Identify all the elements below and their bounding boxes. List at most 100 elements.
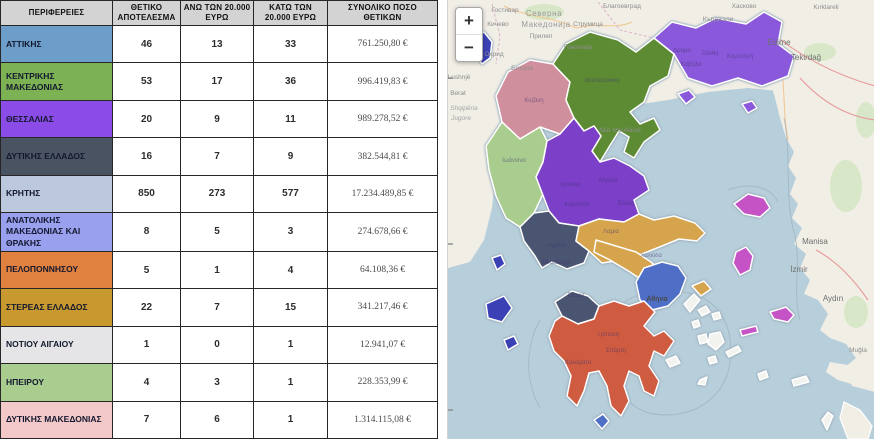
map-label: Kırklareli (813, 4, 838, 11)
greece-map[interactable]: СевернаМакедонијаГостиварКичевоПрилепОхр… (448, 0, 874, 439)
total-amount-cell: 761.250,80 € (328, 26, 438, 63)
region-name-cell[interactable]: ΚΕΝΤΡΙΚΗΣ ΜΑΚΕΔΟΝΙΑΣ (1, 63, 113, 100)
map-region-notiou-aigaiou[interactable] (666, 356, 680, 367)
map-panel: + − (447, 0, 874, 439)
map-label: Τρίπολη (597, 332, 619, 338)
region-name-cell[interactable]: ΔΥΤΙΚΗΣ ΕΛΛΑΔΟΣ (1, 138, 113, 175)
map-label: Битола (511, 65, 533, 72)
map-region-voreiou-aigaiou[interactable] (734, 194, 770, 217)
regions-table-panel: ΠΕΡΙΦΕΡΕΙΕΣ ΘΕΤΙΚΟ ΑΠΟΤΕΛΕΣΜΑ ΑΝΩ ΤΩΝ 20… (0, 0, 447, 439)
below-20k-cell: 11 (254, 100, 328, 137)
zoom-in-button[interactable]: + (456, 8, 482, 34)
table-row: ΑΤΤΙΚΗΣ 46 13 33 761.250,80 € (1, 26, 438, 63)
above-20k-cell: 0 (181, 326, 254, 363)
below-20k-cell: 15 (254, 289, 328, 326)
positive-count-cell: 1 (113, 326, 181, 363)
table-row: ΣΤΕΡΕΑΣ ΕΛΛΑΔΟΣ 22 7 15 341.217,46 € (1, 289, 438, 326)
below-20k-cell: 577 (254, 175, 328, 212)
map-label: Μεσολόγγι (542, 259, 571, 266)
region-name-cell[interactable]: ΑΝΑΤΟΛΙΚΗΣ ΜΑΚΕΔΟΝΙΑΣ ΚΑΙ ΘΡΑΚΗΣ (1, 213, 113, 252)
zoom-out-button[interactable]: − (456, 34, 482, 61)
below-20k-cell: 4 (254, 251, 328, 288)
map-label: Manisa (802, 237, 828, 246)
below-20k-cell: 36 (254, 63, 328, 100)
map-label: Ιωάννινα (502, 157, 526, 164)
region-name-cell[interactable]: ΚΡΗΤΗΣ (1, 175, 113, 212)
table-header-row: ΠΕΡΙΦΕΡΕΙΕΣ ΘΕΤΙΚΟ ΑΠΟΤΕΛΕΣΜΑ ΑΝΩ ΤΩΝ 20… (1, 1, 438, 26)
table-body: ΑΤΤΙΚΗΣ 46 13 33 761.250,80 € ΚΕΝΤΡΙΚΗΣ … (1, 26, 438, 439)
map-region-notiou-aigaiou[interactable] (726, 346, 741, 357)
map-label: Охрид (484, 51, 503, 58)
map-label: Berat (450, 90, 466, 97)
table-row: ΗΠΕΙΡΟΥ 4 3 1 228.353,99 € (1, 364, 438, 401)
map-region-ionion-nison[interactable] (504, 336, 518, 350)
map-label: Σπάρτη (606, 347, 626, 354)
above-20k-cell: 7 (181, 138, 254, 175)
positive-count-cell: 16 (113, 138, 181, 175)
table-row: ΘΕΣΣΑΛΙΑΣ 20 9 11 989.278,52 € (1, 100, 438, 137)
map-region-notiou-aigaiou[interactable] (692, 320, 700, 328)
map-island-rhodes (840, 402, 872, 439)
region-name-cell[interactable]: ΠΕΛΟΠΟΝΝΗΣΟΥ (1, 251, 113, 288)
map-region-notiou-aigaiou[interactable] (822, 412, 833, 430)
map-region-attikis[interactable] (594, 414, 609, 429)
map-region-stereas-elladas[interactable] (692, 281, 711, 296)
region-name-cell[interactable]: ΘΕΣΣΑΛΙΑΣ (1, 100, 113, 137)
map-region-notiou-aigaiou[interactable] (708, 332, 724, 350)
map-label: Αγρίνιο (547, 243, 567, 249)
map-region-voreiou-aigaiou[interactable] (740, 326, 758, 336)
above-20k-cell: 5 (181, 213, 254, 252)
positive-count-cell: 5 (113, 251, 181, 288)
map-region-notiou-aigaiou[interactable] (758, 371, 768, 380)
map-region-notiou-aigaiou[interactable] (712, 312, 721, 320)
dashboard: ΠΕΡΙΦΕΡΕΙΕΣ ΘΕΤΙΚΟ ΑΠΟΤΕΛΕΣΜΑ ΑΝΩ ΤΩΝ 20… (0, 0, 874, 439)
map-label: Гевгелија (564, 44, 593, 51)
region-name-cell[interactable]: ΑΤΤΙΚΗΣ (1, 26, 113, 63)
map-label: Muğla (849, 347, 867, 354)
map-label: Jugore (450, 115, 471, 122)
map-region-ionion-nison[interactable] (486, 296, 512, 322)
map-region-notiou-aigaiou[interactable] (698, 306, 710, 316)
map-label: Καλαμάτα (565, 359, 592, 366)
col-header-regions: ΠΕΡΙΦΕΡΕΙΕΣ (1, 1, 113, 26)
region-name-cell[interactable]: ΗΠΕΙΡΟΥ (1, 364, 113, 401)
map-region-anatolikis-makedonias-thrakis[interactable] (742, 101, 757, 113)
map-region-peloponnisou[interactable] (549, 301, 674, 416)
table-row: ΠΕΛΟΠΟΝΝΗΣΟΥ 5 1 4 64.108,36 € (1, 251, 438, 288)
map-label: Македонија (521, 20, 570, 29)
region-name-cell[interactable]: ΣΤΕΡΕΑΣ ΕΛΛΑΔΟΣ (1, 289, 113, 326)
map-label: Струмица (573, 21, 603, 28)
map-label: Χαλκίδα (640, 253, 662, 259)
map-label: Edirne (767, 38, 791, 47)
table-row: ΔΥΤΙΚΗΣ ΕΛΛΑΔΟΣ 16 7 9 382.544,81 € (1, 138, 438, 175)
positive-count-cell: 4 (113, 364, 181, 401)
table-row: ΚΡΗΤΗΣ 850 273 577 17.234.489,85 € (1, 175, 438, 212)
map-label: Ξάνθη (701, 50, 718, 57)
region-name-cell[interactable]: ΝΟΤΙΟΥ ΑΙΓΑΙΟΥ (1, 326, 113, 363)
map-region-notiou-aigaiou[interactable] (708, 356, 717, 364)
map-label: Северна (526, 9, 562, 18)
map-region-ionion-nison[interactable] (492, 255, 505, 270)
map-region-voreiou-aigaiou[interactable] (733, 247, 753, 275)
map-region-notiou-aigaiou[interactable] (792, 376, 809, 386)
col-header-above20k: ΑΝΩ ΤΩΝ 20.000 ΕΥΡΩ (181, 1, 254, 26)
map-label: Кичево (487, 21, 509, 28)
map-region-notiou-aigaiou[interactable] (698, 334, 708, 344)
above-20k-cell: 1 (181, 251, 254, 288)
map-label: Αθήνα (646, 296, 668, 303)
map-label: İzmir (790, 265, 808, 274)
map-region-notiou-aigaiou[interactable] (698, 377, 707, 385)
region-name-cell[interactable]: ΔΥΤΙΚΗΣ ΜΑΚΕΔΟΝΙΑΣ (1, 401, 113, 438)
map-label: Κομοτηνή (727, 53, 753, 60)
map-region-notiou-aigaiou[interactable] (684, 294, 700, 312)
map-label: Tekirdağ (791, 53, 821, 62)
positive-count-cell: 8 (113, 213, 181, 252)
col-header-total: ΣΥΝΟΛΙΚΟ ΠΟΣΟ ΘΕΤΙΚΩΝ (328, 1, 438, 26)
map-label: Хасково (732, 3, 757, 10)
map-label: Δράμα (673, 47, 691, 54)
positive-count-cell: 46 (113, 26, 181, 63)
below-20k-cell: 9 (254, 138, 328, 175)
col-header-below20k: ΚΑΤΩ ΤΩΝ 20.000 ΕΥΡΩ (254, 1, 328, 26)
map-region-voreiou-aigaiou[interactable] (770, 307, 794, 322)
positive-count-cell: 7 (113, 401, 181, 438)
